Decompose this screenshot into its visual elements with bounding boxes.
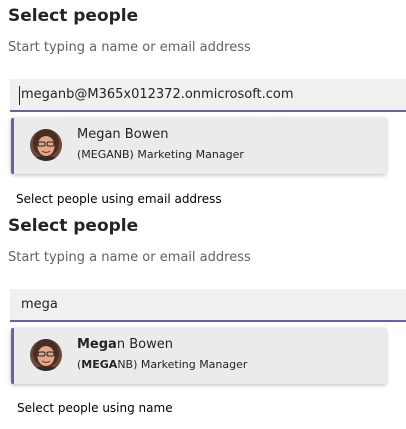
people-search-input[interactable]: meganb@M365x012372.onmicrosoft.com (10, 79, 406, 112)
search-input-value[interactable]: mega (21, 297, 58, 312)
avatar (30, 129, 62, 161)
panel-hint: Start typing a name or email address (8, 40, 251, 55)
suggestion-detail: (MEGANB) Marketing Manager (77, 148, 244, 161)
caption: Select people using email address (16, 192, 222, 206)
text-caret (19, 86, 20, 105)
panel-hint: Start typing a name or email address (8, 250, 251, 265)
people-search-input[interactable]: mega (10, 289, 406, 322)
panel-title: Select people (8, 6, 139, 26)
select-people-panel-name: Select people Start typing a name or ema… (0, 210, 406, 415)
search-input-value[interactable]: meganb@M365x012372.onmicrosoft.com (21, 87, 294, 102)
suggestion-name: Megan Bowen (77, 127, 169, 142)
suggestion-name-rest: n Bowen (116, 337, 173, 352)
panel-title: Select people (8, 216, 139, 236)
suggestion-detail-match: MEGA (81, 358, 118, 371)
caption: Select people using name (17, 401, 173, 415)
suggestion-name-match: Mega (77, 337, 117, 352)
suggestion-detail: (MEGANB) Marketing Manager (77, 358, 247, 371)
select-people-panel-email: Select people Start typing a name or ema… (0, 0, 406, 206)
people-suggestion-item[interactable]: Megan Bowen (MEGANB) Marketing Manager (11, 118, 386, 174)
suggestion-detail-rest: NB) Marketing Manager (117, 358, 248, 371)
suggestion-name: Megan Bowen (77, 337, 173, 352)
people-suggestion-item[interactable]: Megan Bowen (MEGANB) Marketing Manager (11, 328, 386, 384)
avatar (30, 339, 62, 371)
